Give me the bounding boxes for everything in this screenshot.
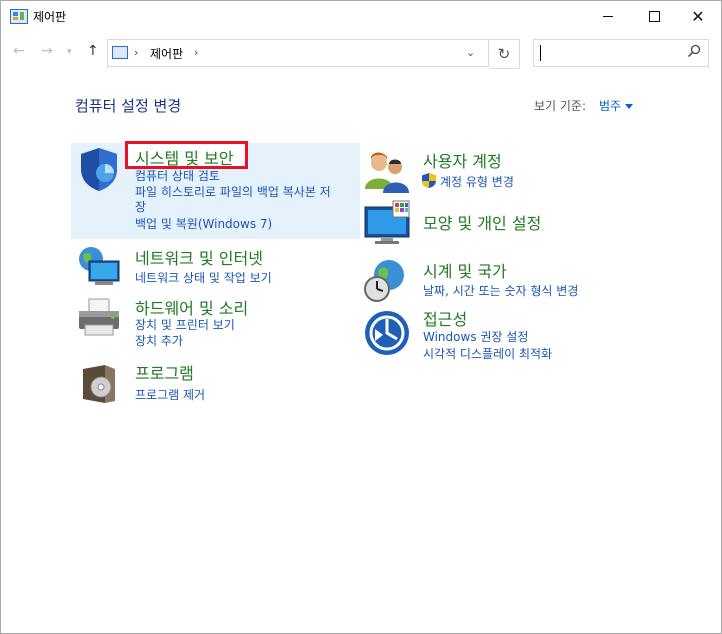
shield-icon [81,148,117,191]
dropdown-arrow-icon [625,104,634,109]
backup-restore-link[interactable]: 백업 및 복원(Windows 7) [135,215,272,232]
change-date-format-link[interactable]: 날짜, 시간 또는 숫자 형식 변경 [423,282,578,299]
control-panel-icon [10,9,28,24]
clock-globe-icon [364,260,404,302]
breadcrumb-separator-icon[interactable]: › [194,46,198,59]
view-by-label: 보기 기준: [534,99,587,113]
programs-box-icon [83,365,115,403]
maximize-icon [648,10,660,22]
view-by-dropdown[interactable]: 범주 [599,97,634,114]
view-by-value: 범주 [599,99,622,113]
breadcrumb-item[interactable]: 제어판 [150,45,183,62]
appearance-category[interactable] [363,199,411,247]
page-title: 컴퓨터 설정 변경 [75,97,182,115]
clock-region-title-link[interactable]: 시계 및 국가 [423,258,507,282]
optimize-visual-display-link[interactable]: 시각적 디스플레이 최적화 [423,345,552,362]
minimize-button[interactable] [585,1,631,31]
search-input[interactable] [533,39,709,67]
recent-locations-button[interactable]: ▾ [67,47,72,57]
ease-of-access-title-link[interactable]: 접근성 [423,306,467,330]
navigation-bar: ← → ▾ ↑ › 제어판 › ⌄ ↻ [1,37,721,69]
chevron-down-icon[interactable]: ⌄ [466,46,475,59]
forward-button[interactable]: → [41,43,53,59]
users-icon [365,152,409,193]
clock-region-category[interactable] [363,257,411,305]
network-internet-title-link[interactable]: 네트워크 및 인터넷 [135,245,263,269]
network-globe-icon [79,247,120,285]
monitor-palette-icon [364,200,410,244]
network-internet-category[interactable] [75,243,123,291]
close-button[interactable]: ✕ [675,1,721,31]
close-icon: ✕ [691,6,705,26]
uninstall-program-link[interactable]: 프로그램 제거 [135,386,205,403]
search-icon[interactable] [686,43,702,59]
address-bar[interactable]: › 제어판 › ⌄ [107,39,489,67]
control-panel-icon [112,46,128,59]
title-bar: 제어판 ✕ [1,1,721,31]
maximize-button[interactable] [631,1,677,31]
system-security-title-link[interactable]: 시스템 및 보안 [135,145,234,169]
ease-of-access-category[interactable] [363,309,411,357]
network-status-link[interactable]: 네트워크 상태 및 작업 보기 [135,269,272,286]
minimize-icon [603,15,613,17]
system-security-category[interactable] [75,145,123,193]
refresh-icon: ↻ [497,45,511,63]
window-title: 제어판 [33,10,67,24]
uac-shield-icon [422,173,436,188]
windows-recommended-settings-link[interactable]: Windows 권장 설정 [423,328,528,345]
control-panel-window: 제어판 ✕ ← → ▾ ↑ › 제어판 › ⌄ ↻ 컴퓨터 설정 변경 보기 기… [0,0,722,634]
up-button[interactable]: ↑ [87,43,99,59]
review-computer-status-link[interactable]: 컴퓨터 상태 검토 [135,167,220,184]
accessibility-icon [365,311,409,355]
back-button[interactable]: ← [13,43,25,59]
appearance-title-link[interactable]: 모양 및 개인 설정 [423,210,541,234]
printer-icon [79,298,119,336]
refresh-button[interactable]: ↻ [489,39,520,69]
file-history-backup-link-wrap[interactable]: 장 [135,198,146,215]
text-caret [540,45,541,61]
programs-title-link[interactable]: 프로그램 [135,360,194,384]
hardware-sound-category[interactable] [75,295,123,343]
user-accounts-title-link[interactable]: 사용자 계정 [423,148,502,172]
breadcrumb-separator-icon[interactable]: › [134,46,138,59]
change-account-type-link[interactable]: 계정 유형 변경 [440,173,514,190]
devices-printers-link[interactable]: 장치 및 프린터 보기 [135,316,235,333]
programs-category[interactable] [75,359,123,407]
user-accounts-category[interactable] [363,149,411,197]
file-history-backup-link[interactable]: 파일 히스토리로 파일의 백업 복사본 저 [135,183,331,200]
add-device-link[interactable]: 장치 추가 [135,332,183,349]
